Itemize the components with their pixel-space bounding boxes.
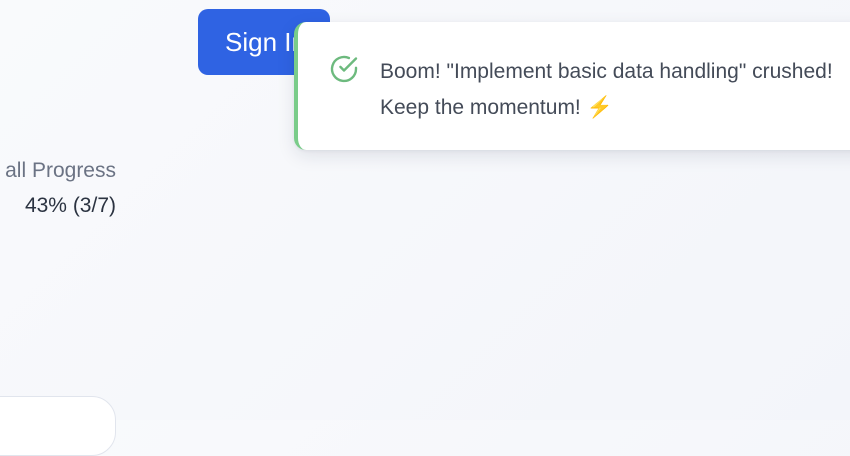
check-circle-icon — [328, 53, 360, 85]
lightning-emoji: ⚡ — [586, 96, 613, 119]
success-toast[interactable]: Boom! "Implement basic data handling" cr… — [294, 22, 850, 150]
bottom-card — [0, 396, 116, 456]
overall-progress-label: all Progress — [5, 159, 116, 182]
overall-progress-value: 43% (3/7) — [24, 194, 116, 217]
toast-message: Boom! "Implement basic data handling" cr… — [380, 54, 850, 126]
